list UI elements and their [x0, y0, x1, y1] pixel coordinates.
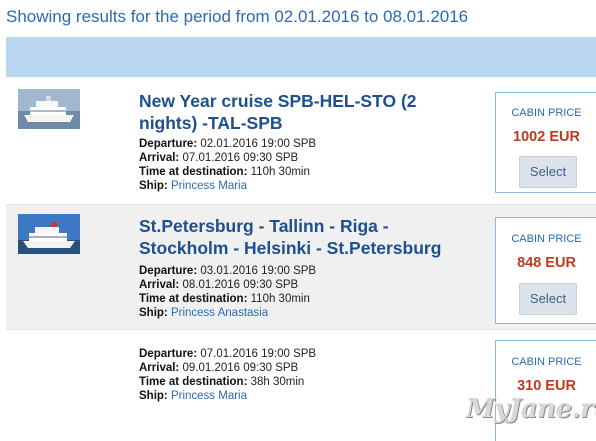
- departure-label: Departure:: [139, 348, 198, 360]
- ship-link[interactable]: Princess Maria: [171, 180, 247, 192]
- cabin-price-box: CABIN PRICE 1002 EUR Select: [495, 92, 596, 193]
- ship-thumbnail[interactable]: [18, 214, 80, 254]
- time-at-destination-value: 38h 30min: [250, 376, 305, 388]
- arrival-label: Arrival:: [139, 152, 180, 164]
- cabin-price-value: 848 EUR: [517, 255, 576, 271]
- ship-label: Ship:: [139, 180, 168, 192]
- cabin-price-label: CABIN PRICE: [511, 233, 582, 245]
- cruise-details: Departure: 07.01.2016 19:00 SPB Arrival:…: [139, 347, 316, 403]
- time-at-destination-label: Time at destination:: [139, 293, 248, 305]
- arrival-value: 08.01.2016 09:30 SPB: [182, 279, 299, 291]
- cruise-title-line: St.Petersburg - Tallinn - Riga -: [139, 216, 389, 236]
- cruise-details: Departure: 02.01.2016 19:00 SPB Arrival:…: [139, 137, 316, 193]
- results-header-band: [6, 37, 596, 77]
- arrival-value: 07.01.2016 09:30 SPB: [182, 152, 299, 164]
- arrival-label: Arrival:: [139, 279, 180, 291]
- ship-label: Ship:: [139, 390, 168, 402]
- arrival-label: Arrival:: [139, 362, 180, 374]
- ship-thumbnail[interactable]: [18, 89, 80, 129]
- select-button[interactable]: Select: [519, 283, 577, 315]
- ship-link[interactable]: Princess Anastasia: [171, 307, 268, 319]
- cruise-title-line: Stockholm - Helsinki - St.Petersburg: [139, 238, 442, 258]
- time-at-destination-value: 110h 30min: [250, 166, 310, 178]
- result-row: St.Petersburg - Tallinn - Riga - Stockho…: [6, 205, 596, 330]
- results-heading: Showing results for the period from 02.0…: [6, 7, 469, 26]
- results-list: New Year cruise SPB-HEL-STO (2 nights) -…: [6, 80, 596, 441]
- cruise-title-link[interactable]: St.Petersburg - Tallinn - Riga - Stockho…: [139, 215, 479, 259]
- time-at-destination-label: Time at destination:: [139, 166, 248, 178]
- cabin-price-label: CABIN PRICE: [511, 356, 582, 368]
- cabin-price-value: 1002 EUR: [513, 129, 580, 145]
- departure-label: Departure:: [139, 265, 198, 277]
- time-at-destination-value: 110h 30min: [250, 293, 310, 305]
- cabin-price-box: CABIN PRICE 310 EUR: [495, 340, 596, 441]
- departure-value: 03.01.2016 19:00 SPB: [200, 265, 317, 277]
- cruise-title-line: nights) -TAL-SPB: [139, 113, 283, 133]
- departure-value: 07.01.2016 19:00 SPB: [200, 348, 317, 360]
- cruise-title-link[interactable]: New Year cruise SPB-HEL-STO (2 nights) -…: [139, 90, 469, 134]
- cruise-details: Departure: 03.01.2016 19:00 SPB Arrival:…: [139, 264, 316, 320]
- cruise-title-line: New Year cruise SPB-HEL-STO (2: [139, 91, 417, 111]
- departure-label: Departure:: [139, 138, 198, 150]
- select-button[interactable]: Select: [519, 156, 577, 188]
- watermark-logo: MyJane.ru: [466, 394, 596, 424]
- departure-value: 02.01.2016 19:00 SPB: [200, 138, 317, 150]
- cabin-price-box: CABIN PRICE 848 EUR Select: [495, 217, 596, 324]
- result-row: New Year cruise SPB-HEL-STO (2 nights) -…: [6, 80, 596, 205]
- time-at-destination-label: Time at destination:: [139, 376, 248, 388]
- cabin-price-label: CABIN PRICE: [511, 107, 582, 119]
- ship-label: Ship:: [139, 307, 168, 319]
- ship-link[interactable]: Princess Maria: [171, 390, 247, 402]
- cabin-price-value: 310 EUR: [517, 378, 576, 394]
- arrival-value: 09.01.2016 09:30 SPB: [182, 362, 299, 374]
